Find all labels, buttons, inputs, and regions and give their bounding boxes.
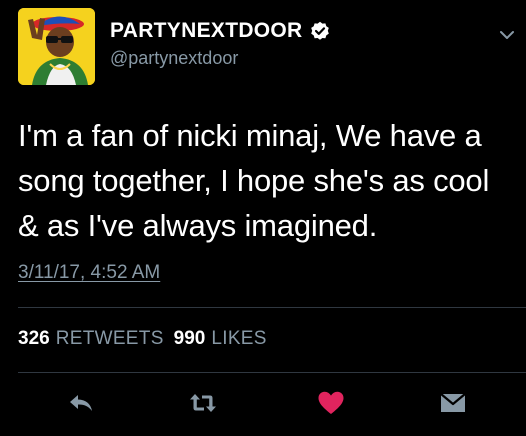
tweet-stats: 326 RETWEETS 990 LIKES: [18, 328, 267, 350]
author-handle[interactable]: @partynextdoor: [110, 48, 238, 69]
author-name-row[interactable]: PARTYNEXTDOOR: [110, 16, 330, 46]
retweet-button[interactable]: [188, 388, 218, 418]
retweet-icon: [190, 394, 216, 412]
avatar[interactable]: [18, 8, 95, 85]
retweets-count[interactable]: 326: [18, 328, 50, 350]
like-button[interactable]: [316, 388, 346, 418]
likes-count[interactable]: 990: [174, 328, 206, 350]
retweets-label[interactable]: RETWEETS: [56, 328, 164, 350]
chevron-down-icon[interactable]: [496, 24, 518, 46]
divider: [18, 372, 526, 373]
tweet-text: I'm a fan of nicki minaj, We have a song…: [18, 118, 490, 243]
reply-button[interactable]: [66, 388, 96, 418]
avatar-illustration: [18, 8, 95, 85]
direct-message-icon: [440, 393, 466, 412]
likes-label[interactable]: LIKES: [211, 328, 266, 350]
tweet-card: PARTYNEXTDOOR @partynextdoor I'm a fan o…: [0, 0, 526, 436]
direct-message-button[interactable]: [438, 388, 468, 418]
divider: [18, 307, 526, 308]
heart-icon: [318, 391, 344, 414]
display-name[interactable]: PARTYNEXTDOOR: [110, 19, 303, 43]
reply-icon: [70, 395, 92, 411]
verified-badge-icon: [310, 21, 330, 41]
tweet-timestamp[interactable]: 3/11/17, 4:52 AM: [18, 262, 160, 284]
